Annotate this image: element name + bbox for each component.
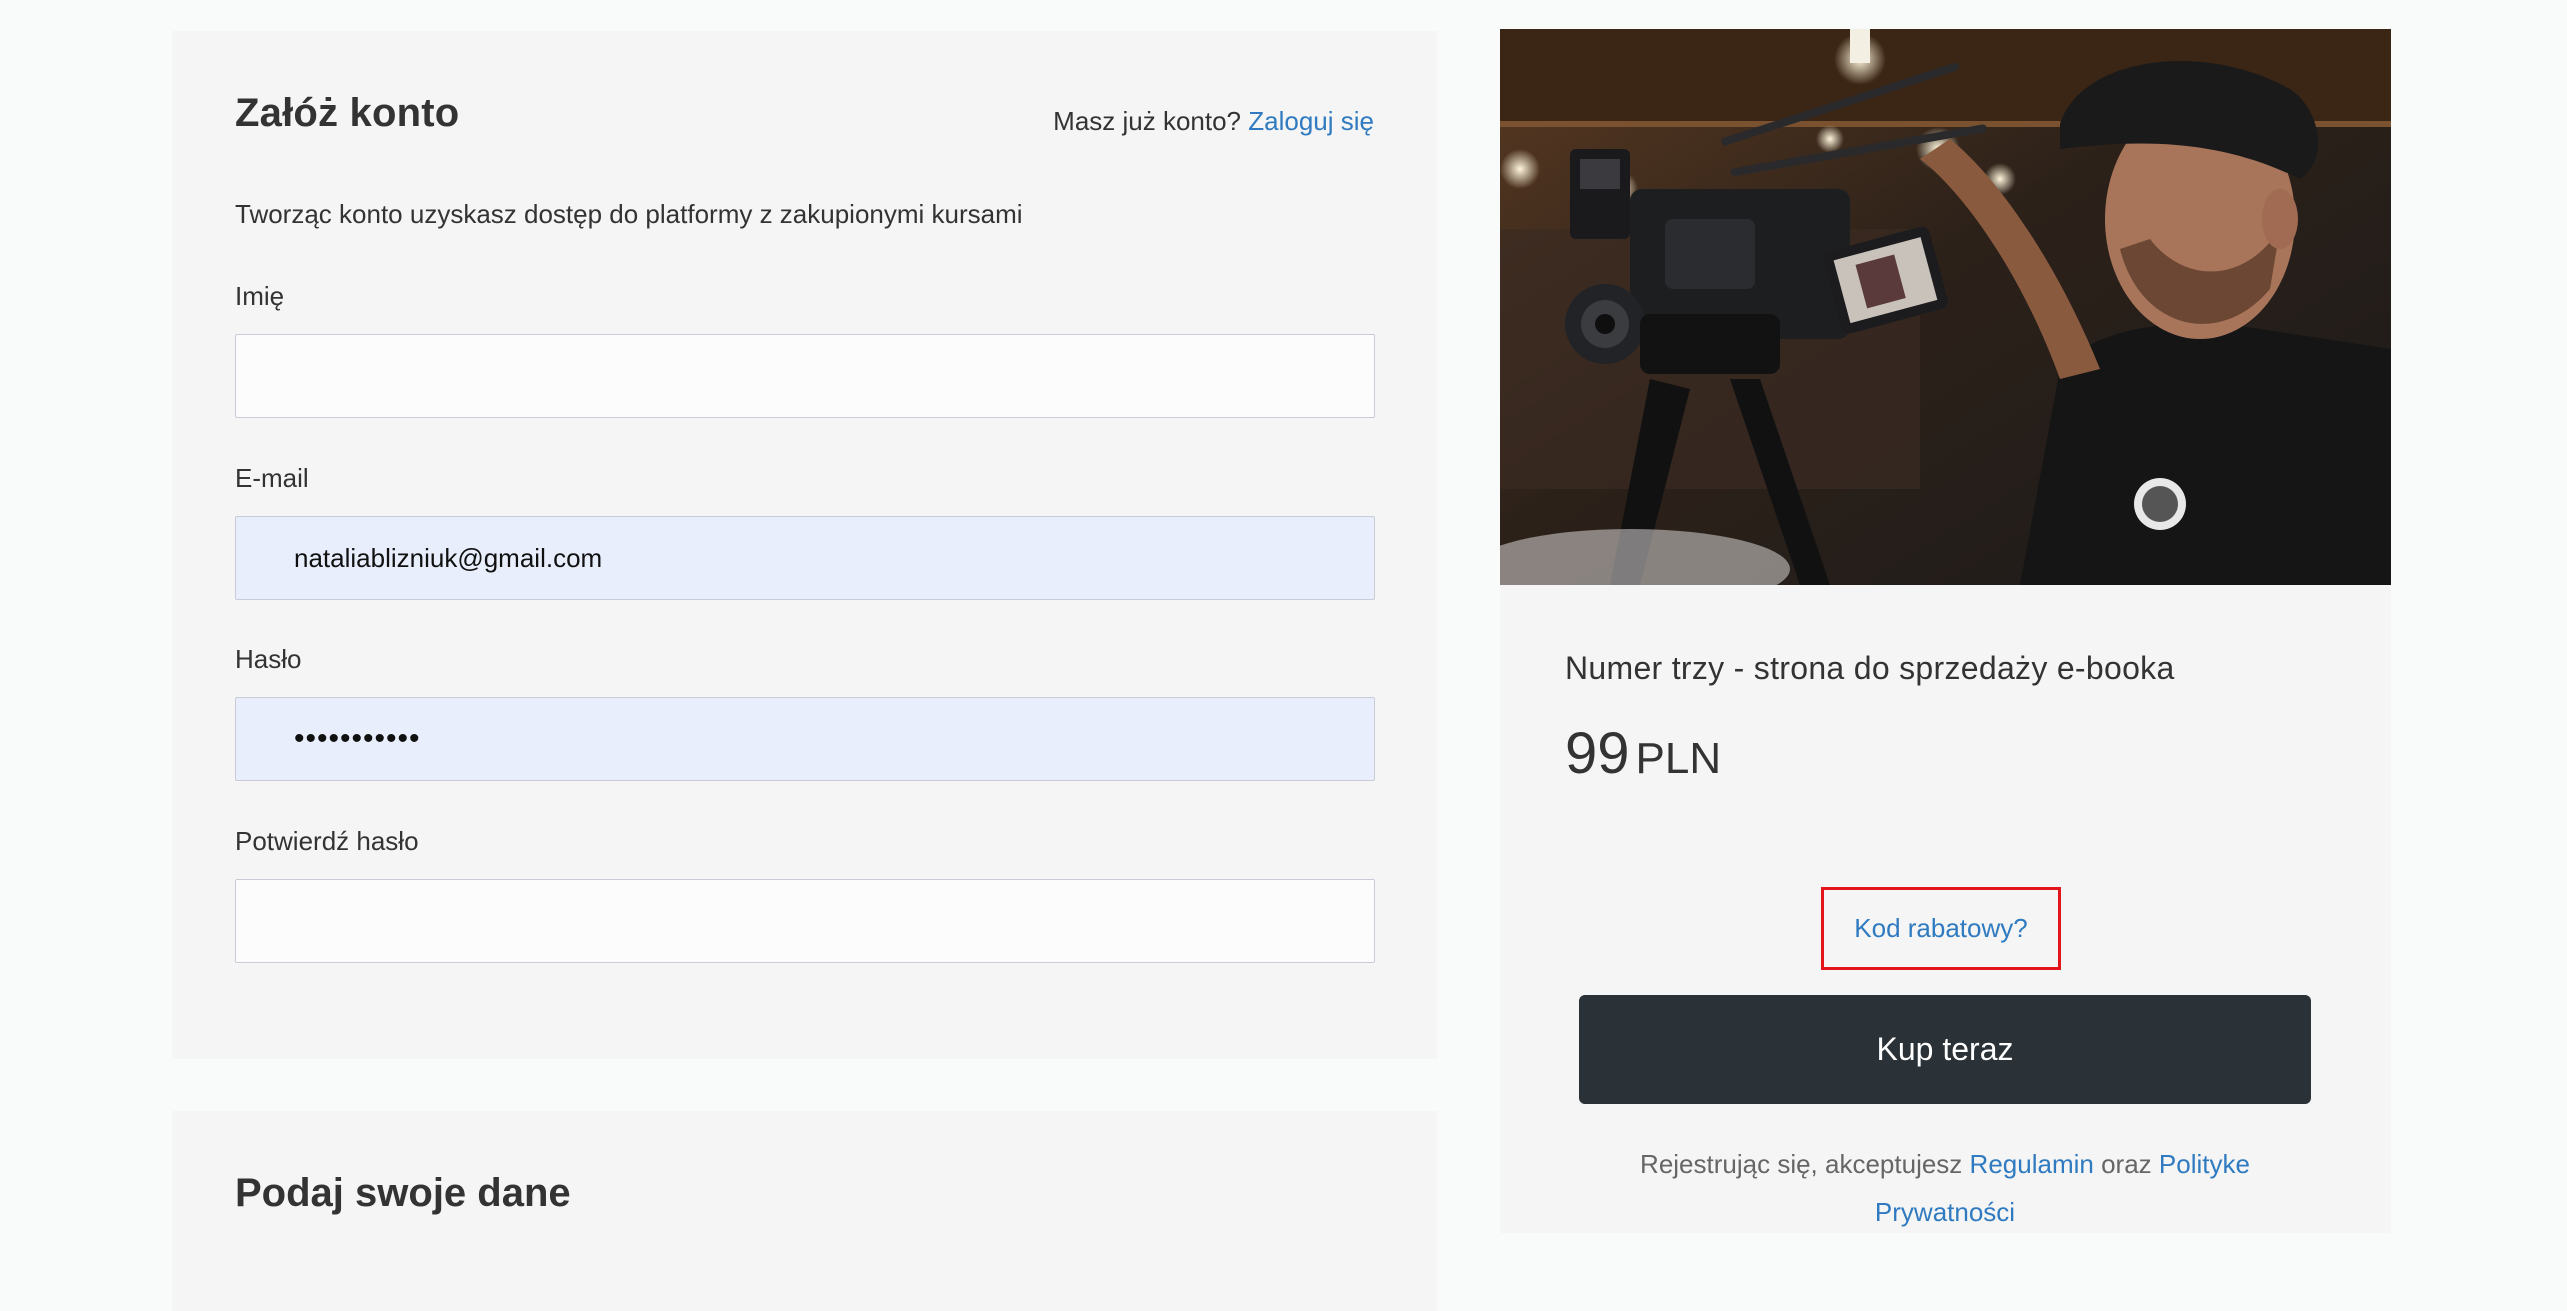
- email-label: E-mail: [235, 463, 309, 493]
- create-account-card: Załóż konto Masz już konto? Zaloguj się …: [172, 31, 1437, 1059]
- coupon-code-link[interactable]: Kod rabatowy?: [1821, 887, 2061, 970]
- product-image: [1500, 29, 2391, 585]
- price-amount: 99: [1565, 721, 1630, 786]
- product-price: 99 PLN: [1565, 720, 1721, 787]
- terms-prefix: Rejestrując się, akceptujesz: [1640, 1149, 1963, 1179]
- password-input[interactable]: [235, 697, 1375, 781]
- buy-now-button[interactable]: Kup teraz: [1579, 995, 2311, 1104]
- password-label: Hasło: [235, 644, 302, 674]
- terms-link[interactable]: Regulamin: [1970, 1149, 2094, 1179]
- login-prompt: Masz już konto? Zaloguj się: [1053, 106, 1374, 137]
- price-currency: PLN: [1635, 734, 1722, 783]
- login-link[interactable]: Zaloguj się: [1248, 106, 1374, 136]
- photographer-with-camera-photo-icon: [1500, 29, 2391, 585]
- confirm-password-input[interactable]: [235, 879, 1375, 963]
- product-name: Numer trzy - strona do sprzedaży e-booka: [1565, 650, 2175, 686]
- personal-details-card: Podaj swoje dane: [172, 1111, 1437, 1311]
- product-card: Numer trzy - strona do sprzedaży e-booka…: [1500, 585, 2391, 1233]
- first-name-label: Imię: [235, 281, 285, 311]
- personal-details-title: Podaj swoje dane: [235, 1171, 571, 1215]
- terms-notice: Rejestrując się, akceptujesz Regulamin o…: [1579, 1140, 2311, 1236]
- account-subtitle: Tworząc konto uzyskasz dostęp do platfor…: [235, 199, 1023, 229]
- create-account-title: Załóż konto: [235, 91, 460, 135]
- email-input[interactable]: [235, 516, 1375, 600]
- terms-middle: oraz: [2101, 1149, 2152, 1179]
- confirm-password-label: Potwierdź hasło: [235, 826, 419, 856]
- login-prompt-text: Masz już konto?: [1053, 106, 1242, 136]
- first-name-input[interactable]: [235, 334, 1375, 418]
